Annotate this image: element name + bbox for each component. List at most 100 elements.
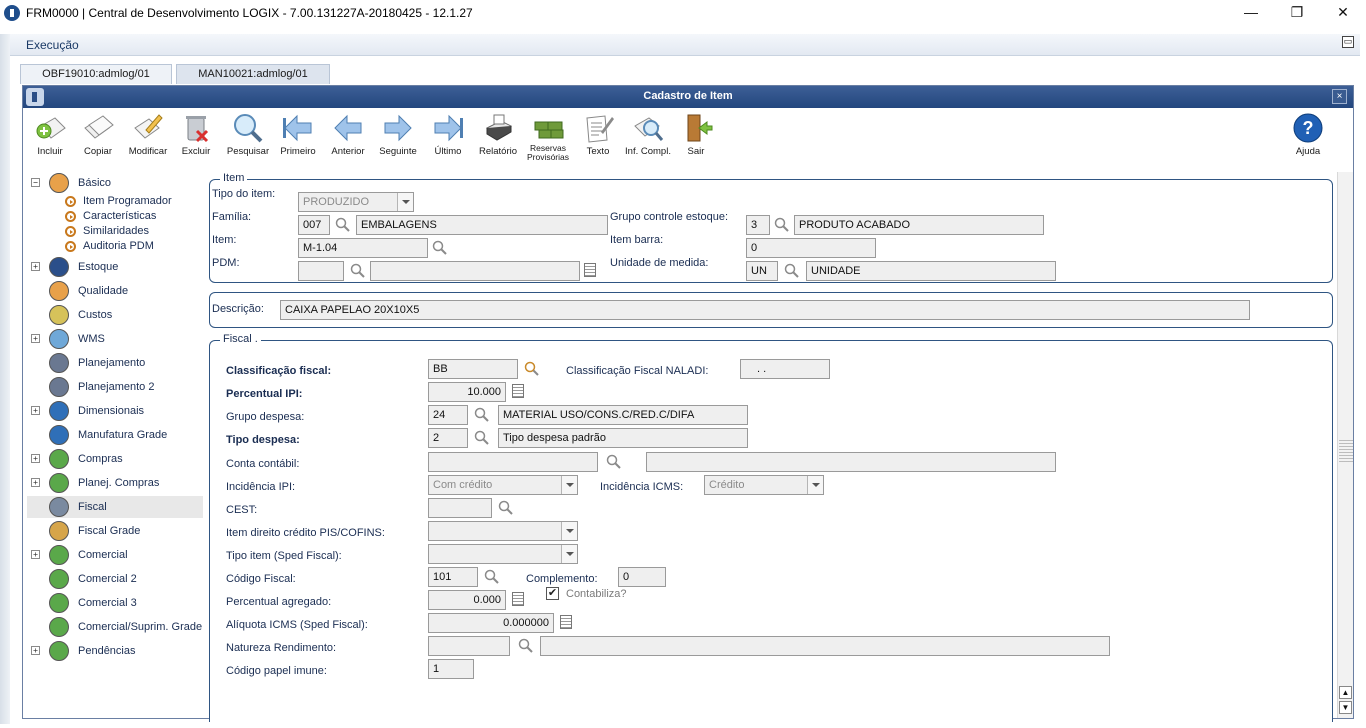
tree-item-planejamento[interactable]: Planejamento <box>27 352 203 374</box>
sair-button[interactable]: Sair <box>671 112 721 164</box>
pesquisar-button[interactable]: Pesquisar <box>223 112 273 164</box>
search-icon[interactable] <box>474 407 490 423</box>
expand-toggle[interactable]: + <box>31 550 40 559</box>
copiar-button[interactable]: Copiar <box>73 112 123 164</box>
expand-toggle[interactable]: + <box>31 262 40 271</box>
modificar-button[interactable]: Modificar <box>123 112 173 164</box>
tree-item-planejamento-2[interactable]: Planejamento 2 <box>27 376 203 398</box>
tree-subitem-caracteristicas[interactable]: Características <box>65 209 205 224</box>
tree-item-comercial-suprim-grade[interactable]: Comercial/Suprim. Grade <box>27 616 203 638</box>
grupo-controle-code-field[interactable]: 3 <box>746 215 770 235</box>
scrollbar-grip[interactable] <box>1339 440 1353 462</box>
scroll-up-button[interactable]: ▲ <box>1339 686 1352 699</box>
tree-item-comercial-3[interactable]: Comercial 3 <box>27 592 203 614</box>
vertical-scrollbar[interactable]: ▲ ▼ <box>1337 172 1353 718</box>
seguinte-button[interactable]: Seguinte <box>373 112 423 164</box>
anterior-button[interactable]: Anterior <box>323 112 373 164</box>
expand-toggle[interactable]: + <box>31 406 40 415</box>
tree-item-comercial[interactable]: + Comercial <box>27 544 203 566</box>
tree-item-pendencias[interactable]: + Pendências <box>27 640 203 662</box>
tree-subitem-item-programador[interactable]: Item Programador <box>65 194 205 209</box>
calculator-icon[interactable] <box>512 384 524 398</box>
tree-item-wms[interactable]: + WMS <box>27 328 203 350</box>
tree-item-comercial-2[interactable]: Comercial 2 <box>27 568 203 590</box>
tree-item-compras[interactable]: + Compras <box>27 448 203 470</box>
tree-item-manufatura-grade[interactable]: Manufatura Grade <box>27 424 203 446</box>
cest-field[interactable] <box>428 498 492 518</box>
tipo-despesa-code-field[interactable]: 2 <box>428 428 468 448</box>
tree-item-estoque[interactable]: + Estoque <box>27 256 203 278</box>
collapse-toggle[interactable]: − <box>31 178 40 187</box>
search-icon[interactable] <box>350 263 366 279</box>
scroll-down-button[interactable]: ▼ <box>1339 701 1352 714</box>
restore-panel-button[interactable]: ▭ <box>1342 36 1354 48</box>
inf-compl-button[interactable]: Inf. Compl. <box>623 112 673 164</box>
search-icon[interactable] <box>474 430 490 446</box>
minimize-button[interactable]: — <box>1228 0 1274 26</box>
tree-item-fiscal-grade[interactable]: Fiscal Grade <box>27 520 203 542</box>
tree-item-dimensionais[interactable]: + Dimensionais <box>27 400 203 422</box>
familia-code-field[interactable]: 007 <box>298 215 330 235</box>
conta-contabil-code-field[interactable] <box>428 452 598 472</box>
item-code-field[interactable]: M-1.04 <box>298 238 428 258</box>
incidencia-ipi-select[interactable]: Com crédito <box>428 475 578 495</box>
complemento-field[interactable]: 0 <box>618 567 666 587</box>
pdm-code-field[interactable] <box>298 261 344 281</box>
search-icon[interactable] <box>498 500 514 516</box>
calculator-icon[interactable] <box>512 592 524 606</box>
tab-obf19010[interactable]: OBF19010:admlog/01 <box>20 64 172 84</box>
codigo-papel-imune-field[interactable]: 1 <box>428 659 474 679</box>
close-window-button[interactable]: ✕ <box>1320 0 1366 26</box>
expand-toggle[interactable]: + <box>31 646 40 655</box>
codigo-fiscal-field[interactable]: 101 <box>428 567 478 587</box>
incidencia-icms-select[interactable]: Crédito <box>704 475 824 495</box>
search-icon[interactable] <box>432 240 448 256</box>
pis-cofins-select[interactable] <box>428 521 578 541</box>
tree-item-basico[interactable]: − Básico <box>27 172 203 194</box>
search-icon[interactable] <box>606 454 622 470</box>
expand-toggle[interactable]: + <box>31 478 40 487</box>
tree-item-fiscal[interactable]: Fiscal <box>27 496 203 518</box>
expand-toggle[interactable]: + <box>31 334 40 343</box>
tipo-item-select[interactable]: PRODUZIDO <box>298 192 414 212</box>
unidade-code-field[interactable]: UN <box>746 261 778 281</box>
classificacao-fiscal-field[interactable]: BB <box>428 359 518 379</box>
natureza-rendimento-code-field[interactable] <box>428 636 510 656</box>
incluir-button[interactable]: Incluir <box>25 112 75 164</box>
ultimo-button[interactable]: Último <box>423 112 473 164</box>
ajuda-button[interactable]: ? Ajuda <box>1283 112 1333 164</box>
contabiliza-checkbox[interactable]: ✔ <box>546 587 559 600</box>
search-icon[interactable] <box>524 361 540 377</box>
expand-toggle[interactable]: + <box>31 454 40 463</box>
reservas-provisorias-button[interactable]: Reservas Provisórias <box>523 112 573 164</box>
tree-item-planej-compras[interactable]: + Planej. Compras <box>27 472 203 494</box>
tree-item-qualidade[interactable]: Qualidade <box>27 280 203 302</box>
primeiro-button[interactable]: Primeiro <box>273 112 323 164</box>
search-icon[interactable] <box>484 569 500 585</box>
tipo-item-sped-select[interactable] <box>428 544 578 564</box>
grupo-despesa-code-field[interactable]: 24 <box>428 405 468 425</box>
search-icon[interactable] <box>518 638 534 654</box>
search-icon[interactable] <box>784 263 800 279</box>
maximize-button[interactable]: ❐ <box>1274 0 1320 26</box>
tree-subitem-auditoria-pdm[interactable]: Auditoria PDM <box>65 239 205 254</box>
excluir-button[interactable]: Excluir <box>171 112 221 164</box>
tree-item-custos[interactable]: Custos <box>27 304 203 326</box>
search-icon[interactable] <box>335 217 351 233</box>
search-icon[interactable] <box>774 217 790 233</box>
texto-button[interactable]: Texto <box>573 112 623 164</box>
aliquota-icms-field[interactable]: 0.000000 <box>428 613 554 633</box>
calculator-icon[interactable] <box>560 615 572 629</box>
relatorio-button[interactable]: Relatório <box>473 112 523 164</box>
percentual-agregado-field[interactable]: 0.000 <box>428 590 506 610</box>
percentual-ipi-field[interactable]: 10.000 <box>428 382 506 402</box>
naladi-field[interactable]: . . <box>740 359 830 379</box>
descricao-field[interactable]: CAIXA PAPELAO 20X10X5 <box>280 300 1250 320</box>
memo-icon[interactable] <box>584 263 596 277</box>
close-inner-button[interactable]: × <box>1332 89 1347 104</box>
item-barra-field[interactable]: 0 <box>746 238 876 258</box>
tree-subitem-similaridades[interactable]: Similaridades <box>65 224 205 239</box>
tab-man10021[interactable]: MAN10021:admlog/01 <box>176 64 330 84</box>
last-record-icon <box>434 114 463 142</box>
menu-execucao[interactable]: Execução <box>26 38 79 52</box>
